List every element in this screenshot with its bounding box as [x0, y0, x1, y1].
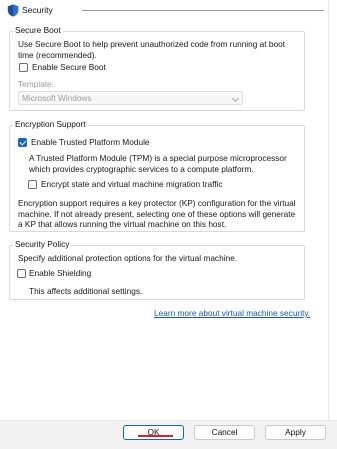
ok-highlight-underline — [138, 435, 173, 437]
secure-boot-group-label: Secure Boot — [13, 25, 63, 35]
chevron-down-icon — [231, 94, 240, 103]
encrypt-state-label[interactable]: Encrypt state and virtual machine migrat… — [41, 179, 223, 190]
shield-icon — [7, 4, 19, 17]
section-divider — [82, 10, 324, 11]
vertical-scrollbar[interactable] — [328, 0, 335, 449]
key-protector-note: Encryption support requires a key protec… — [18, 198, 296, 229]
learn-more-link[interactable]: Learn more about virtual machine securit… — [154, 308, 310, 318]
enable-secure-boot-label[interactable]: Enable Secure Boot — [32, 62, 106, 73]
tpm-description: A Trusted Platform Module (TPM) is a spe… — [29, 153, 287, 174]
enable-tpm-checkbox[interactable] — [18, 138, 27, 147]
enable-shielding-checkbox[interactable] — [17, 269, 26, 278]
security-policy-description: Specify additional protection options fo… — [18, 253, 238, 263]
enable-secure-boot-checkbox[interactable] — [19, 63, 28, 72]
enable-shielding-label[interactable]: Enable Shielding — [29, 268, 91, 279]
template-label: Template: — [18, 79, 54, 89]
security-policy-group-label: Security Policy — [13, 239, 72, 249]
encryption-support-group-label: Encryption Support — [13, 119, 88, 129]
secure-boot-description: Use Secure Boot to help prevent unauthor… — [18, 39, 286, 60]
template-select-value: Microsoft Windows — [22, 93, 92, 103]
template-select[interactable]: Microsoft Windows — [18, 91, 243, 105]
encrypt-state-checkbox[interactable] — [28, 180, 37, 189]
shielding-note: This affects additional settings. — [29, 286, 143, 296]
ok-button[interactable]: OK — [123, 425, 184, 440]
cancel-button[interactable]: Cancel — [194, 425, 255, 440]
enable-tpm-label[interactable]: Enable Trusted Platform Module — [31, 137, 150, 148]
section-title: Security — [22, 5, 53, 15]
apply-button[interactable]: Apply — [265, 425, 326, 440]
